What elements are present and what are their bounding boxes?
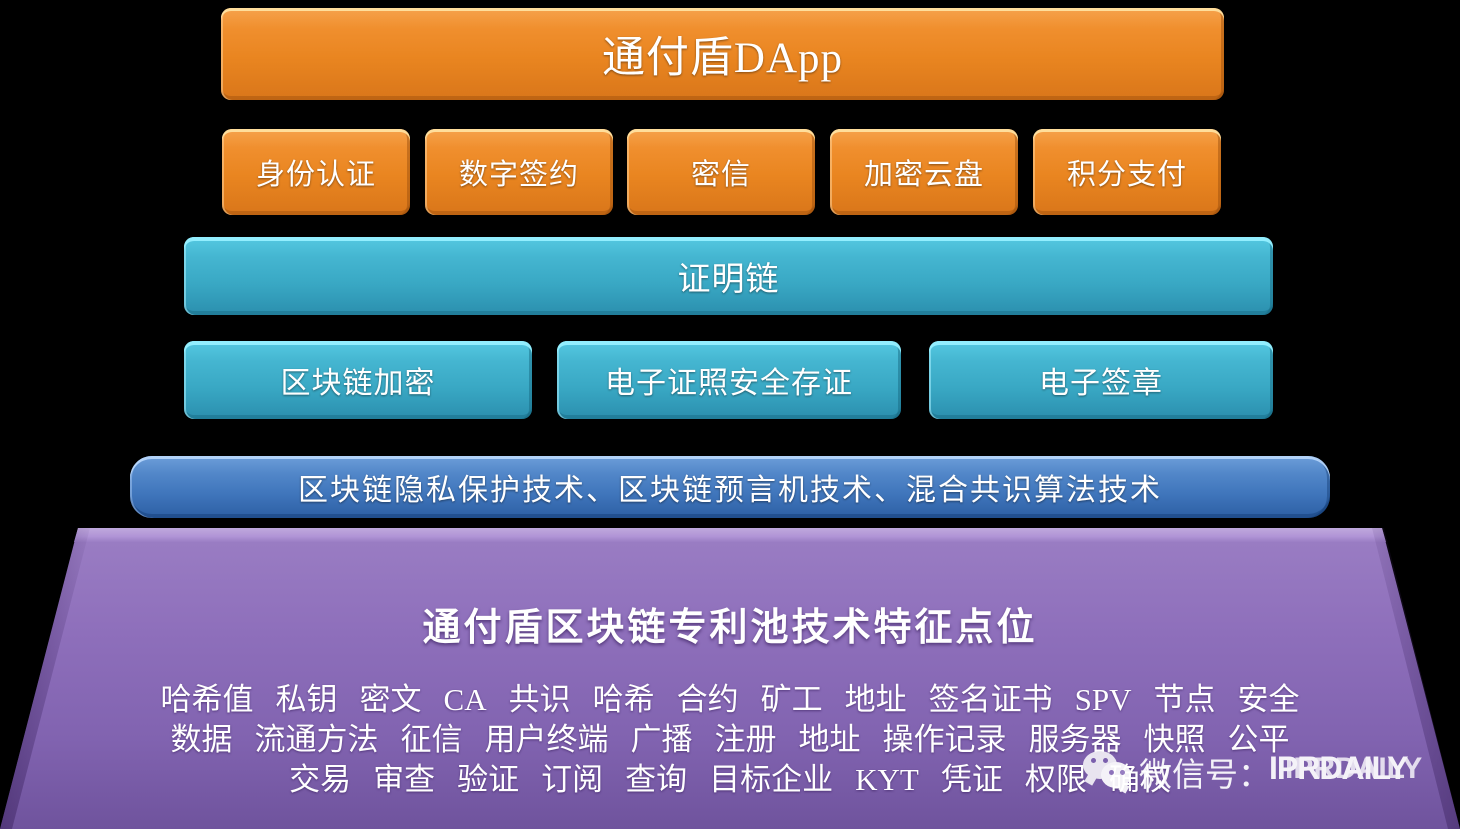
keyword-item: 共识 <box>508 682 571 717</box>
tech-module-box: 电子签章 <box>929 341 1273 419</box>
keyword-item: 哈希值 <box>160 682 254 717</box>
keyword-item: 地址 <box>798 722 861 757</box>
keyword-item: SPV <box>1074 682 1132 717</box>
keyword-item: 公平 <box>1227 722 1290 757</box>
keyword-item: 服务器 <box>1028 722 1122 757</box>
keyword-item: 权限 <box>1024 762 1087 797</box>
banner-dapp: 通付盾DApp <box>221 8 1224 100</box>
tech-module-box: 电子证照安全存证 <box>557 341 901 419</box>
keyword-item: 地址 <box>844 682 907 717</box>
app-module-box: 身份认证 <box>222 129 410 215</box>
app-module-box: 数字签约 <box>425 129 613 215</box>
keyword-item: 交易 <box>289 762 352 797</box>
keyword-row: 哈希值 私钥 密文 CA 共识 哈希 合约 矿工 地址 签名证书 SPV 节点 安全 <box>0 674 1460 719</box>
app-module-box: 加密云盘 <box>830 129 1018 215</box>
diagram-canvas: 通付盾DApp 身份认证 数字签约 密信 加密云盘 积分支付 证明链 区块链加密… <box>0 0 1460 829</box>
keyword-row: 交易 审查 验证 订阅 查询 目标企业 KYT 凭证 权限 确权 <box>0 754 1460 799</box>
keyword-item: 流通方法 <box>254 722 379 757</box>
patent-pool-base: 通付盾区块链专利池技术特征点位 哈希值 私钥 密文 CA 共识 哈希 合约 矿工 地址 签名证书 S… <box>0 528 1460 829</box>
base-top-bevel <box>74 528 1386 542</box>
app-module-box: 积分支付 <box>1033 129 1221 215</box>
keyword-item: 目标企业 <box>709 762 834 797</box>
keyword-item: 哈希 <box>592 682 655 717</box>
keyword-item: 私钥 <box>275 682 338 717</box>
keyword-item: 查询 <box>625 762 688 797</box>
keyword-item: 安全 <box>1237 682 1300 717</box>
keyword-item: CA <box>443 682 487 717</box>
keyword-item: 征信 <box>400 722 463 757</box>
keyword-item: 密文 <box>359 682 422 717</box>
keyword-item: 合约 <box>676 682 739 717</box>
keyword-item: 订阅 <box>541 762 604 797</box>
keyword-item: 审查 <box>373 762 436 797</box>
keyword-item: 凭证 <box>940 762 1003 797</box>
keyword-item: 快照 <box>1143 722 1206 757</box>
base-title: 通付盾区块链专利池技术特征点位 <box>422 607 1038 649</box>
keyword-item: KYT <box>855 762 919 797</box>
app-module-box: 密信 <box>627 129 815 215</box>
keyword-item: 数据 <box>170 722 233 757</box>
keyword-item: 确权 <box>1108 762 1171 797</box>
keyword-item: 签名证书 <box>928 682 1053 717</box>
keyword-item: 注册 <box>714 722 777 757</box>
keyword-item: 节点 <box>1153 682 1216 717</box>
chain-layer-bar: 证明链 <box>184 237 1273 315</box>
keyword-item: 用户终端 <box>484 722 609 757</box>
tech-module-box: 区块链加密 <box>184 341 532 419</box>
algorithm-layer-bar: 区块链隐私保护技术、区块链预言机技术、混合共识算法技术 <box>130 456 1330 518</box>
keyword-item: 广播 <box>630 722 693 757</box>
keyword-row: 数据 流通方法 征信 用户终端 广播 注册 地址 操作记录 服务器 快照 公平 <box>0 714 1460 759</box>
keyword-item: 操作记录 <box>882 722 1007 757</box>
keyword-item: 矿工 <box>760 682 823 717</box>
keyword-item: 验证 <box>457 762 520 797</box>
